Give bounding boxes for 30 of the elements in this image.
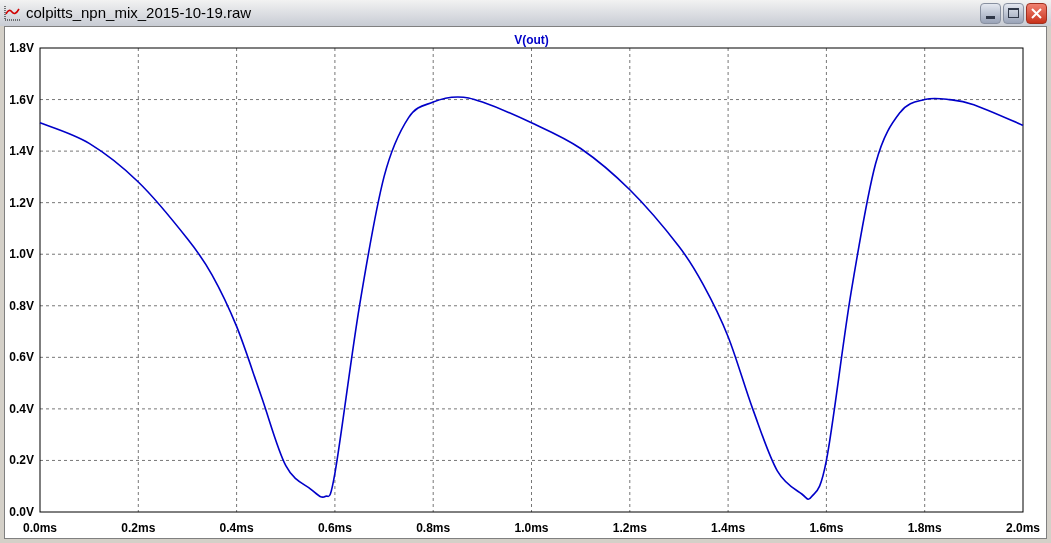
trace-label: V(out): [514, 33, 549, 47]
y-tick-label: 1.0V: [9, 247, 34, 262]
y-tick-label: 0.8V: [9, 298, 34, 313]
x-tick-label: 1.6ms: [809, 521, 844, 535]
y-tick-label: 1.4V: [9, 144, 34, 159]
maximize-button[interactable]: [1003, 2, 1024, 24]
x-tick-label: 0.0ms: [23, 521, 57, 535]
waveform-icon: [4, 5, 22, 21]
y-tick-label: 1.8V: [9, 41, 34, 55]
y-tick-label: 0.2V: [9, 453, 34, 468]
maximize-icon: [1008, 8, 1019, 18]
y-tick-label: 1.2V: [9, 195, 34, 210]
y-tick-label: 0.4V: [9, 401, 34, 416]
minimize-icon: [986, 15, 995, 19]
x-tick-label: 0.8ms: [416, 521, 451, 535]
window-title: colpitts_npn_mix_2015-10-19.raw: [26, 2, 253, 23]
close-icon: [1031, 7, 1042, 19]
close-button[interactable]: [1026, 2, 1047, 24]
x-tick-label: 0.2ms: [121, 521, 156, 535]
x-tick-label: 1.4ms: [711, 521, 746, 535]
y-tick-label: 0.0V: [9, 505, 34, 519]
minimize-button[interactable]: [980, 2, 1001, 24]
x-tick-label: 0.4ms: [219, 521, 254, 535]
x-tick-label: 1.0ms: [514, 521, 549, 535]
y-tick-label: 1.6V: [9, 92, 34, 107]
x-tick-label: 0.6ms: [317, 521, 352, 535]
x-tick-label: 1.8ms: [907, 521, 942, 535]
x-tick-label: 2.0ms: [1006, 521, 1040, 535]
x-tick-label: 1.2ms: [612, 521, 647, 535]
y-tick-label: 0.6V: [9, 350, 34, 365]
